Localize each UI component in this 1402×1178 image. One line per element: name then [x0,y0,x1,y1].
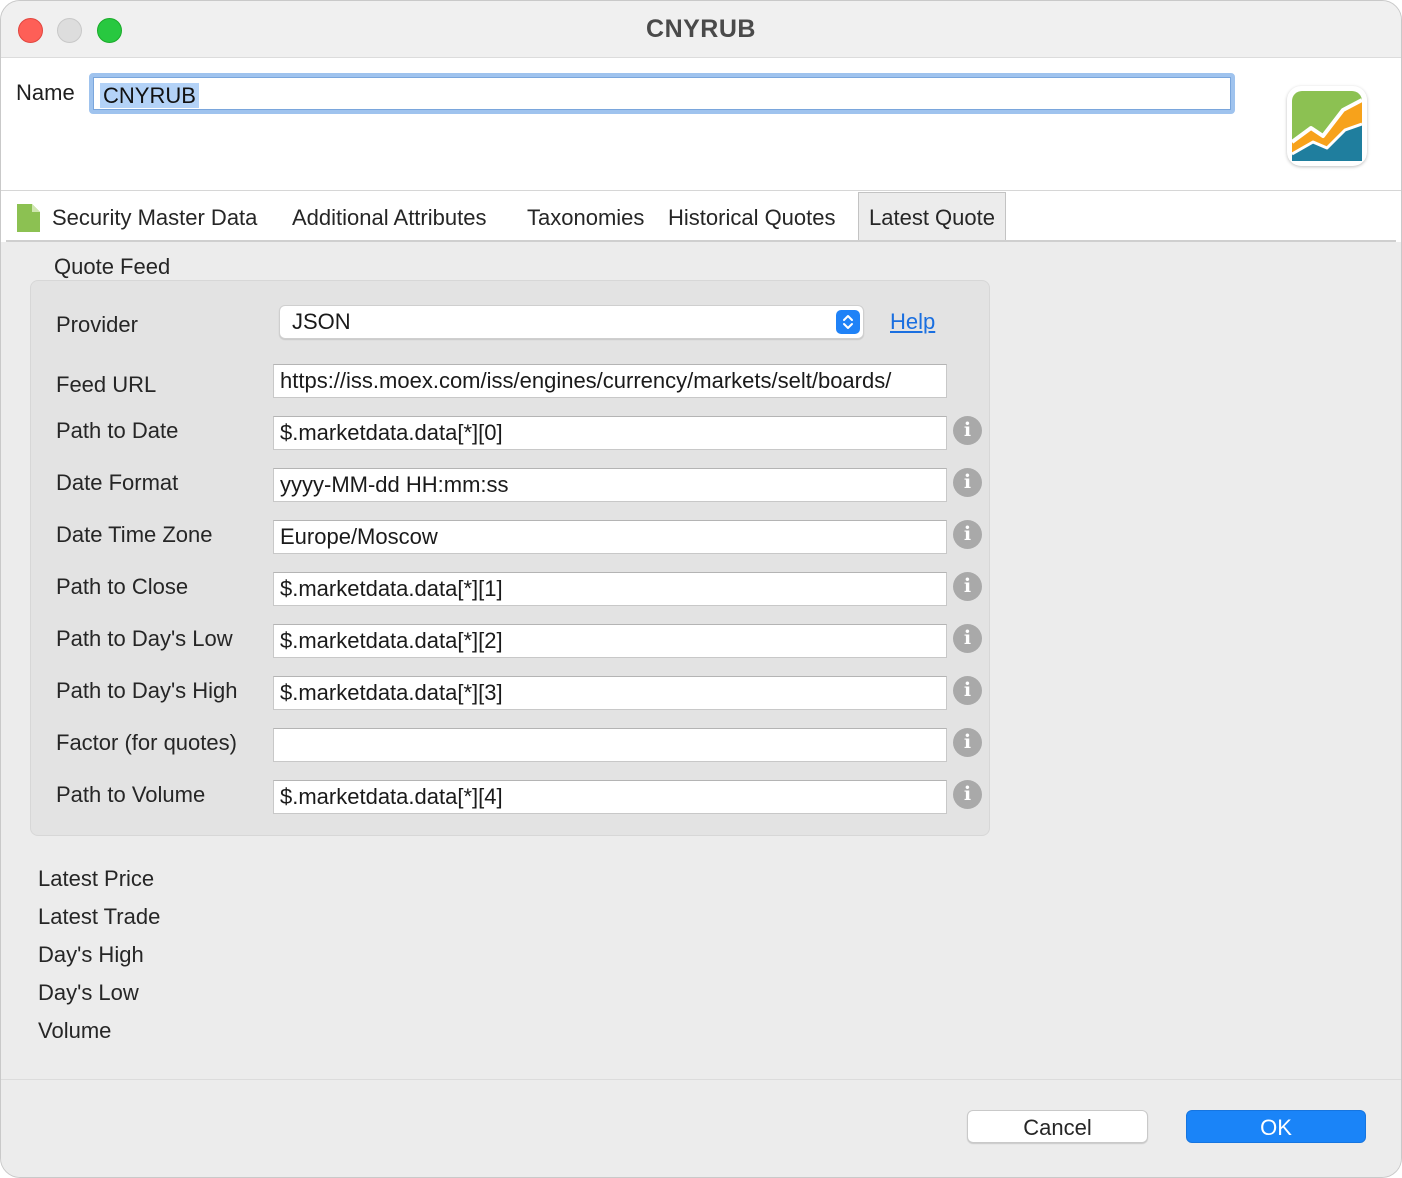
path-to-days-low-input[interactable]: $.marketdata.data[*][2] [273,624,947,658]
latest-quote-panel: Quote Feed Provider JSON Help Feed URL h… [1,242,1401,1079]
path-to-date-info-icon[interactable]: i [953,416,982,445]
tab-latest-quote[interactable]: Latest Quote [858,192,1006,242]
days-high-label: Day's High [38,942,144,967]
factor-input[interactable] [273,728,947,762]
tab-security-master-data[interactable]: Security Master Data [52,191,257,242]
name-label: Name [16,80,75,105]
name-input[interactable]: CNYRUB [89,73,1235,114]
latest-trade-label: Latest Trade [38,904,161,929]
path-to-close-info-icon[interactable]: i [953,572,982,601]
path-to-volume-label: Path to Volume [56,782,206,807]
dialog-window: CNYRUB Name CNYRUB Security Master Data … [0,0,1402,1178]
tab-additional-attributes[interactable]: Additional Attributes [292,191,486,242]
cancel-button[interactable]: Cancel [967,1110,1148,1143]
ok-button[interactable]: OK [1186,1110,1366,1143]
help-link[interactable]: Help [890,309,935,335]
path-to-days-high-info-icon[interactable]: i [953,676,982,705]
path-to-date-label: Path to Date [56,418,179,443]
path-to-days-low-label: Path to Day's Low [56,626,233,651]
date-time-zone-input[interactable]: Europe/Moscow [273,520,947,554]
date-format-label: Date Format [56,470,179,495]
path-to-close-label: Path to Close [56,574,189,599]
feed-url-label: Feed URL [56,372,157,397]
factor-info-icon[interactable]: i [953,728,982,757]
tab-historical-quotes[interactable]: Historical Quotes [668,191,836,242]
dialog-footer: Cancel OK [1,1079,1401,1177]
volume-label: Volume [38,1018,112,1043]
tab-taxonomies[interactable]: Taxonomies [527,191,644,242]
date-format-info-icon[interactable]: i [953,468,982,497]
tab-bar: Security Master Data Additional Attribut… [1,191,1401,242]
provider-select-value: JSON [292,309,351,334]
quote-feed-title: Quote Feed [54,254,171,279]
path-to-days-low-info-icon[interactable]: i [953,624,982,653]
latest-price-label: Latest Price [38,866,155,891]
header: Name CNYRUB [1,58,1401,191]
date-time-zone-label: Date Time Zone [56,522,213,547]
path-to-volume-info-icon[interactable]: i [953,780,982,809]
path-to-close-input[interactable]: $.marketdata.data[*][1] [273,572,947,606]
name-input-value: CNYRUB [100,83,199,108]
path-to-date-input[interactable]: $.marketdata.data[*][0] [273,416,947,450]
path-to-volume-input[interactable]: $.marketdata.data[*][4] [273,780,947,814]
path-to-days-high-label: Path to Day's High [56,678,238,703]
date-time-zone-info-icon[interactable]: i [953,520,982,549]
window-title: CNYRUB [646,15,756,43]
document-icon [17,204,40,232]
provider-select[interactable]: JSON [279,305,864,339]
days-low-label: Day's Low [38,980,139,1005]
provider-label: Provider [56,312,138,337]
title-bar: CNYRUB [1,1,1401,58]
path-to-days-high-input[interactable]: $.marketdata.data[*][3] [273,676,947,710]
app-logo-icon [1287,86,1367,166]
feed-url-input[interactable]: https://iss.moex.com/iss/engines/currenc… [273,364,947,398]
select-arrows-icon [836,310,860,334]
date-format-input[interactable]: yyyy-MM-dd HH:mm:ss [273,468,947,502]
factor-label: Factor (for quotes) [56,730,237,755]
